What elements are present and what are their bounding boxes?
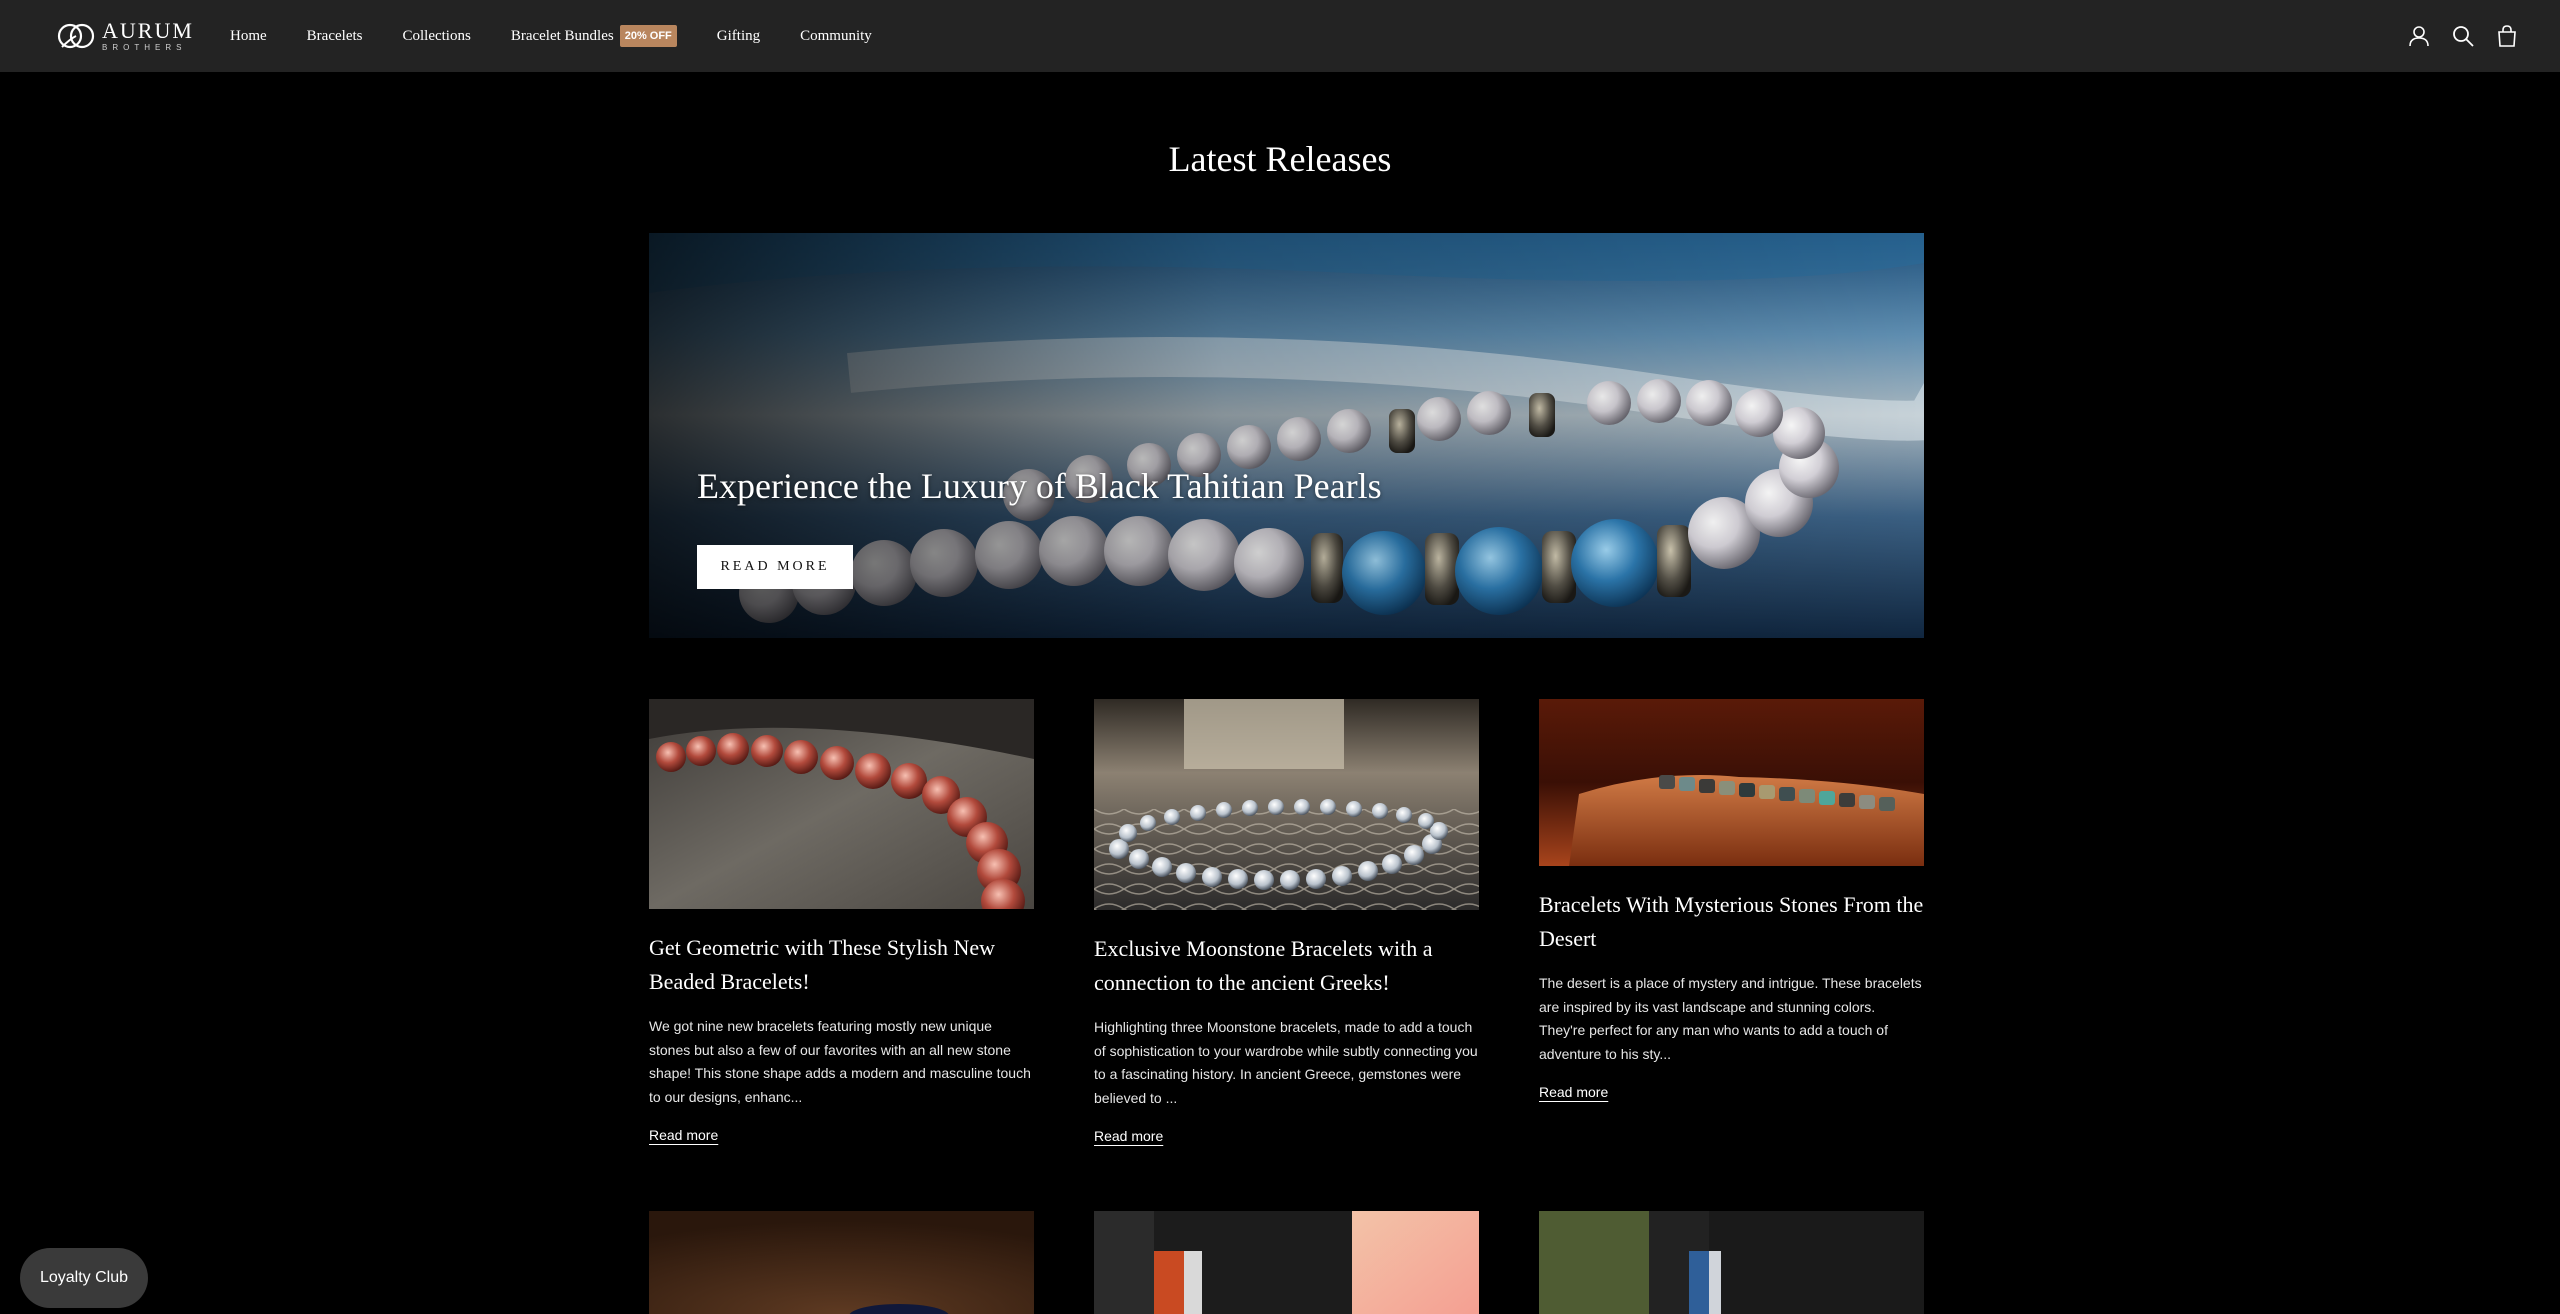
article-card: Exclusive Moonstone Bracelets with a con… (1094, 699, 1479, 1146)
nav-label: Collections (402, 27, 471, 44)
article-title[interactable]: Get Geometric with These Stylish New Bea… (649, 931, 1034, 999)
nav-item-community[interactable]: Community (800, 28, 872, 45)
hero-title[interactable]: Experience the Luxury of Black Tahitian … (697, 465, 1382, 507)
nav-item-home[interactable]: Home (230, 28, 267, 45)
header-actions (2388, 23, 2520, 49)
hero-read-more-button[interactable]: READ MORE (697, 545, 853, 589)
page-title: Latest Releases (1168, 139, 1392, 179)
article-image[interactable] (649, 1211, 1034, 1314)
nav-item-gifting[interactable]: Gifting (717, 28, 760, 45)
article-title[interactable]: Bracelets With Mysterious Stones From th… (1539, 888, 1924, 956)
brand-name: AURUM (102, 18, 194, 43)
cart-icon[interactable] (2494, 23, 2520, 49)
account-icon[interactable] (2406, 23, 2432, 49)
read-more-link[interactable]: Read more (1094, 1128, 1163, 1144)
article-image[interactable] (1094, 1211, 1479, 1314)
brand-sub: BROTHERS (102, 43, 187, 52)
nav-label: Home (230, 27, 267, 44)
brand-logo[interactable]: AURUM BROTHERS (56, 18, 194, 54)
nav-label: Bracelet Bundles (510, 27, 614, 44)
article-excerpt: Highlighting three Moonstone bracelets, … (1094, 1019, 1478, 1106)
search-icon[interactable] (2450, 23, 2476, 49)
featured-article-hero[interactable]: Experience the Luxury of Black Tahitian … (649, 233, 1924, 638)
site-header: AURUM BROTHERS Home Bracelets Collection… (0, 0, 2560, 72)
article-title[interactable]: Exclusive Moonstone Bracelets with a con… (1094, 932, 1479, 1000)
nav-item-collections[interactable]: Collections (402, 28, 470, 45)
article-image[interactable] (1094, 699, 1479, 910)
article-card: Bracelets With Mysterious Stones From th… (1539, 699, 1924, 1102)
discount-badge: 20% OFF (619, 25, 677, 47)
article-excerpt: The desert is a place of mystery and int… (1539, 975, 1922, 1062)
article-image[interactable] (1539, 1211, 1924, 1314)
nav-item-bracelet-bundles[interactable]: Bracelet Bundles 20% OFF (511, 25, 677, 47)
nav-label: Bracelets (306, 27, 363, 44)
loyalty-club-button[interactable]: Loyalty Club (20, 1248, 148, 1308)
article-excerpt: We got nine new bracelets featuring most… (649, 1018, 1031, 1105)
article-image[interactable] (649, 699, 1034, 909)
article-image[interactable] (1539, 699, 1924, 866)
read-more-link[interactable]: Read more (649, 1127, 718, 1143)
nav-label: Gifting (716, 27, 761, 44)
nav-item-bracelets[interactable]: Bracelets (307, 28, 363, 45)
read-more-link[interactable]: Read more (1539, 1084, 1608, 1100)
article-card: Get Geometric with These Stylish New Bea… (649, 699, 1034, 1145)
main-nav: Home Bracelets Collections Bracelet Bund… (230, 0, 912, 72)
logo-mark-icon (57, 23, 95, 49)
nav-label: Community (800, 27, 872, 44)
